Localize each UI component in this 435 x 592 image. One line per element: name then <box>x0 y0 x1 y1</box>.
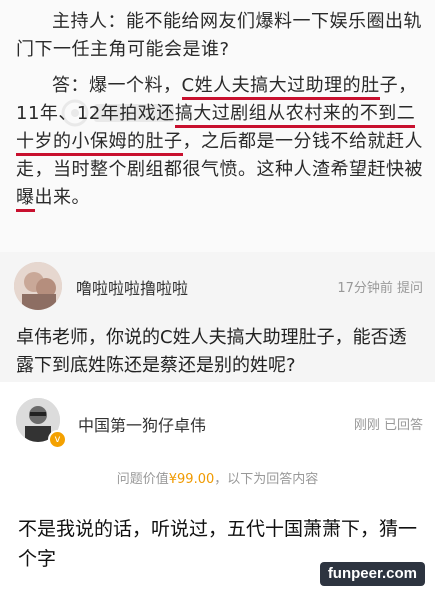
answer-card[interactable]: v 中国第一狗仔卓伟 刚刚 已回答 问题价值¥99.00，以下为回答内容 不是我… <box>0 382 435 592</box>
asker-name[interactable]: 噜啦啦啦撸啦啦 <box>76 275 188 299</box>
answerer-name[interactable]: 中国第一狗仔卓伟 <box>78 412 206 436</box>
site-watermark: funpeer.com <box>319 562 425 586</box>
article-excerpt: 主持人：能不能给网友们爆料一下娱乐圈出轨门下一任主角可能会是谁? 答：爆一个料，… <box>0 0 435 252</box>
question-price: ¥99.00 <box>168 472 215 487</box>
question-text: 卓伟老师，你说的C姓人夫搞大助理肚子，能否透露下到底姓陈还是蔡还是别的姓呢? <box>16 327 407 376</box>
answer-status: 刚刚 已回答 <box>353 418 423 433</box>
answer-paragraph: 答：爆一个料，C姓人夫搞大过助理的肚子，11年、12年拍戏还搞大过剧组从农村来的… <box>16 72 424 212</box>
asker-avatar[interactable] <box>14 262 62 310</box>
highlight-underline: 曝 <box>16 187 35 212</box>
question-price-line: 问题价值¥99.00，以下为回答内容 <box>116 472 319 487</box>
avatar-photo-icon <box>14 262 62 310</box>
question-card[interactable]: 噜啦啦啦撸啦啦 17分钟前 提问 卓伟老师，你说的C姓人夫搞大助理肚子，能否透露… <box>0 252 435 382</box>
verified-badge-icon: v <box>48 430 67 449</box>
highlight-underline: 搞大过剧组从农村来的 <box>174 103 360 128</box>
host-question-paragraph: 主持人：能不能给网友们爆料一下娱乐圈出轨门下一任主角可能会是谁? <box>16 11 422 60</box>
highlight-underline: C姓人夫搞大过助理的肚 <box>181 75 380 100</box>
question-time: 17分钟前 提问 <box>337 281 423 296</box>
